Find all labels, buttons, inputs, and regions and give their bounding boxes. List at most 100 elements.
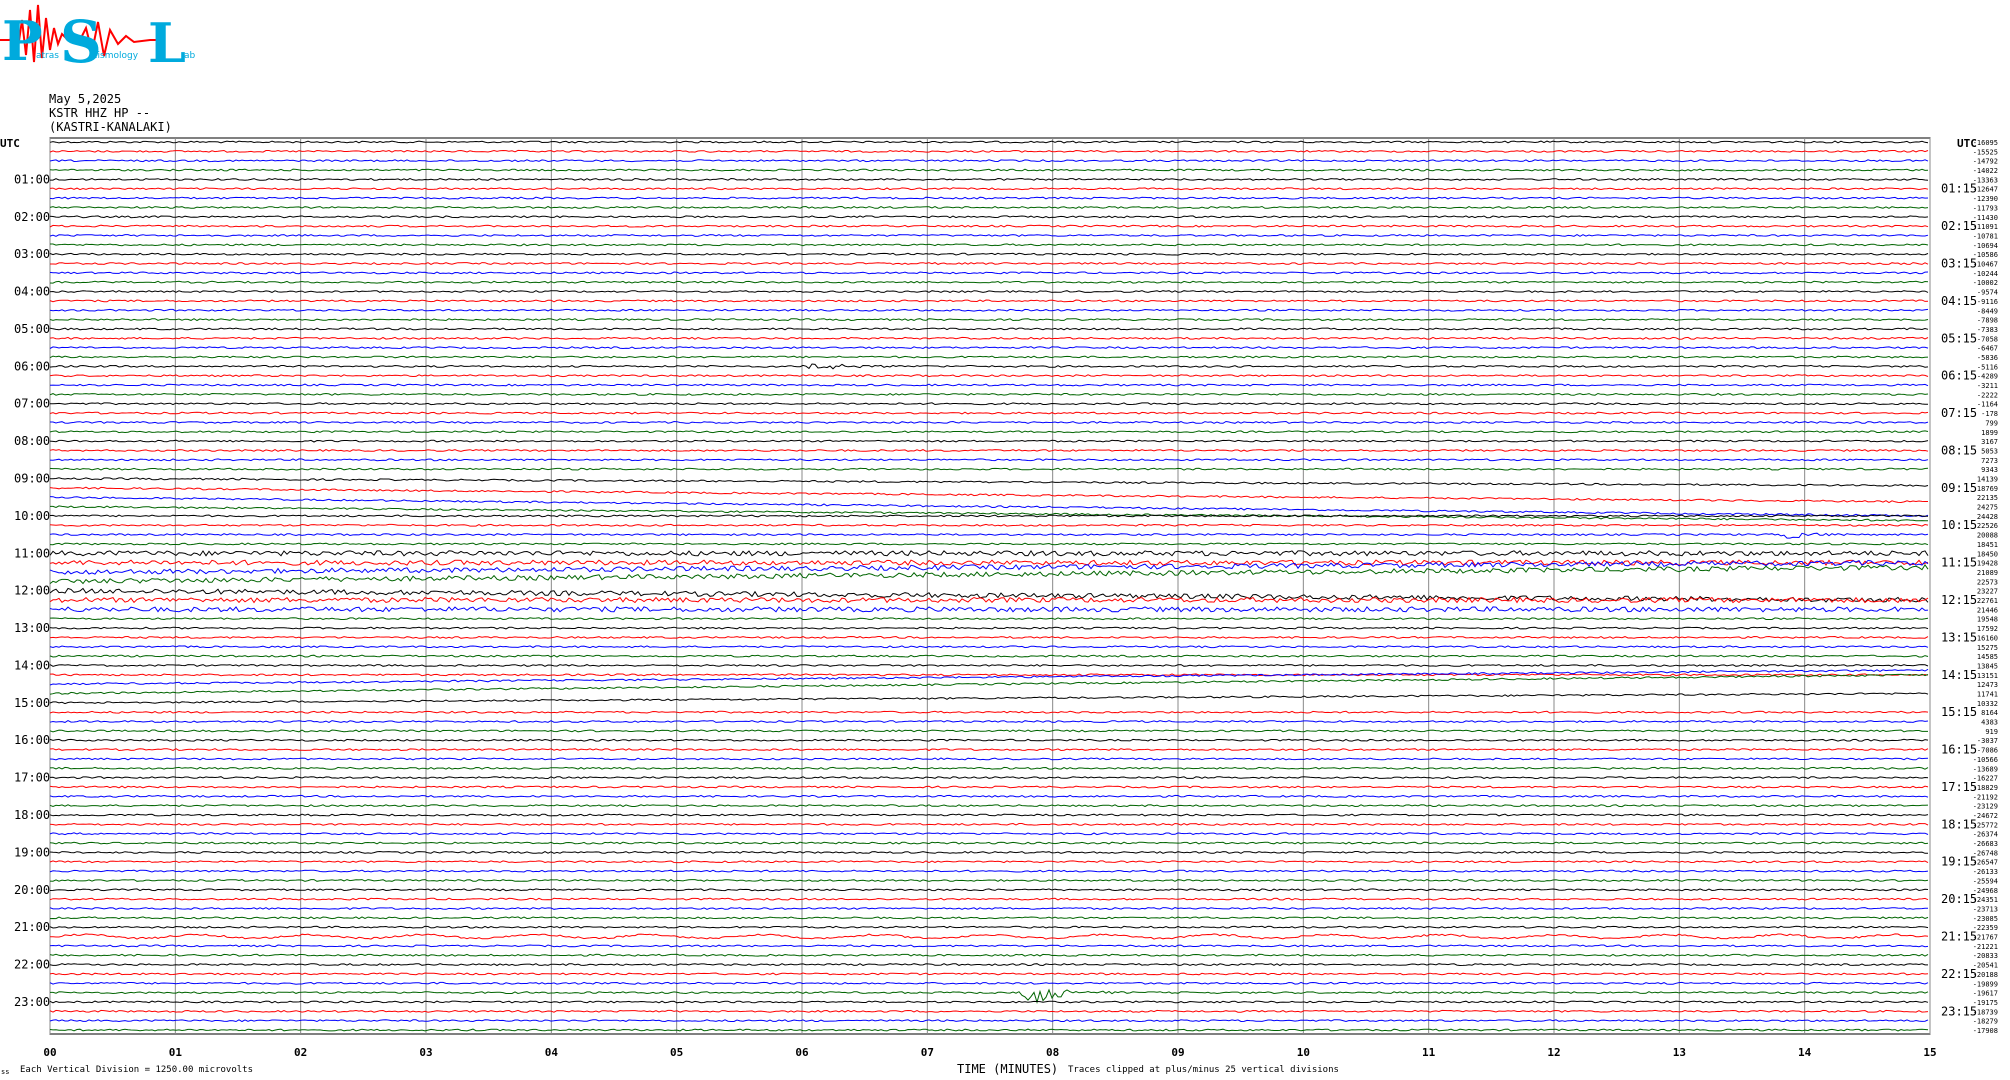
trace-row — [49, 888, 1929, 892]
left-hour-label: 01:00 — [14, 172, 50, 186]
row-offset-label: -3211 — [1977, 382, 1998, 390]
row-offset-label: 12473 — [1977, 681, 1998, 689]
trace-row — [49, 1000, 1929, 1004]
right-hour-label: 03:15 — [1941, 257, 1977, 271]
row-offset-label: -23713 — [1973, 905, 1998, 913]
trace-row — [49, 299, 1929, 303]
trace-row — [49, 318, 1929, 322]
row-offset-label: 16160 — [1977, 634, 1998, 642]
right-hour-label: 14:15 — [1941, 668, 1977, 682]
trace-row — [49, 1028, 1929, 1032]
trace-row — [49, 532, 1929, 539]
x-axis-label: TIME (MINUTES) — [957, 1062, 1059, 1076]
trace-row — [49, 606, 1929, 613]
right-hour-label: 05:15 — [1941, 331, 1977, 345]
trace-row — [49, 813, 1929, 817]
trace-row — [49, 720, 1929, 723]
row-offset-label: 21446 — [1977, 606, 1998, 614]
left-hour-label: 12:00 — [14, 584, 50, 598]
row-offset-label: -20833 — [1973, 952, 1998, 960]
left-hour-label: 14:00 — [14, 658, 50, 672]
row-offset-label: 21089 — [1977, 569, 1998, 577]
row-offset-label: -14792 — [1973, 158, 1998, 166]
row-offset-label: -9574 — [1977, 289, 1998, 297]
trace-row — [49, 477, 1929, 487]
right-hour-label: 01:15 — [1941, 182, 1977, 196]
right-utc-title: UTC — [1957, 137, 1977, 150]
trace-row — [49, 224, 1929, 228]
trace-row — [49, 897, 1929, 901]
right-hour-label: 15:15 — [1941, 705, 1977, 719]
right-hour-label: 11:15 — [1941, 556, 1977, 570]
row-offset-label: 20088 — [1977, 532, 1998, 540]
trace-row — [49, 346, 1929, 350]
row-offset-label: -12390 — [1973, 195, 1998, 203]
trace-row — [49, 234, 1929, 237]
trace-row — [49, 832, 1929, 836]
right-hour-label: 21:15 — [1941, 930, 1977, 944]
row-offset-label: -6467 — [1977, 345, 1998, 353]
trace-row — [50, 243, 1929, 247]
trace-row — [49, 514, 1929, 518]
row-offset-label: -5836 — [1977, 354, 1998, 362]
row-offset-label: 1899 — [1981, 429, 1998, 437]
trace-row — [50, 505, 1928, 522]
row-offset-label: 15275 — [1977, 644, 1998, 652]
left-hour-label: 08:00 — [14, 434, 50, 448]
row-offset-label: 13845 — [1977, 662, 1998, 670]
trace-row — [49, 271, 1929, 275]
trace-row — [49, 953, 1929, 957]
right-hour-label: 16:15 — [1941, 743, 1977, 757]
x-tick-label: 04 — [545, 1046, 559, 1059]
row-offset-label: -7086 — [1977, 747, 1998, 755]
trace-row — [49, 972, 1929, 976]
left-hour-label: 21:00 — [14, 920, 50, 934]
row-offset-label: -26133 — [1973, 868, 1998, 876]
row-offset-label: 19428 — [1977, 560, 1998, 568]
left-hour-label: 20:00 — [14, 883, 50, 897]
trace-row — [49, 523, 1929, 527]
trace-row — [49, 187, 1929, 191]
x-tick-label: 01 — [169, 1046, 183, 1059]
trace-row — [50, 402, 1928, 406]
trace-row — [49, 140, 1929, 144]
row-offset-label: -26374 — [1973, 831, 1998, 839]
trace-row — [49, 963, 1928, 967]
left-hour-label: 06:00 — [14, 359, 50, 373]
right-hour-label: 18:15 — [1941, 817, 1977, 831]
left-hour-label: 18:00 — [14, 808, 50, 822]
trace-row — [49, 392, 1929, 396]
x-tick-label: 11 — [1422, 1046, 1436, 1059]
row-offset-label: 3167 — [1981, 438, 1998, 446]
x-tick-label: 13 — [1673, 1046, 1686, 1059]
trace-row — [49, 549, 1929, 557]
row-offset-label: -23085 — [1973, 915, 1998, 923]
left-hour-label: 22:00 — [14, 958, 50, 972]
row-offset-label: -10694 — [1973, 242, 1998, 250]
trace-row — [49, 596, 1929, 604]
trace-row — [49, 692, 1929, 705]
trace-row — [49, 159, 1929, 163]
trace-row — [50, 988, 1929, 1004]
trace-row — [49, 215, 1929, 219]
right-hour-label: 09:15 — [1941, 481, 1977, 495]
x-tick-label: 03 — [419, 1046, 432, 1059]
trace-row — [49, 327, 1929, 331]
left-hour-label: 10:00 — [14, 509, 50, 523]
trace-row — [49, 850, 1928, 854]
trace-row — [50, 177, 1929, 181]
row-offset-label: -10002 — [1973, 279, 1998, 287]
row-offset-label: -5116 — [1977, 363, 1998, 371]
trace-row — [49, 944, 1929, 948]
row-offset-label: -178 — [1981, 410, 1998, 418]
row-offset-label: 7273 — [1981, 457, 1998, 465]
trace-row — [49, 626, 1929, 630]
row-offset-label: 24275 — [1977, 504, 1998, 512]
left-hour-label: 02:00 — [14, 210, 50, 224]
row-offset-label: -7383 — [1977, 326, 1998, 334]
row-offset-label: 8164 — [1981, 709, 1998, 717]
trace-row — [49, 654, 1929, 658]
trace-row — [49, 635, 1929, 639]
trace-row — [49, 252, 1929, 256]
left-hour-label: 23:00 — [14, 995, 50, 1009]
